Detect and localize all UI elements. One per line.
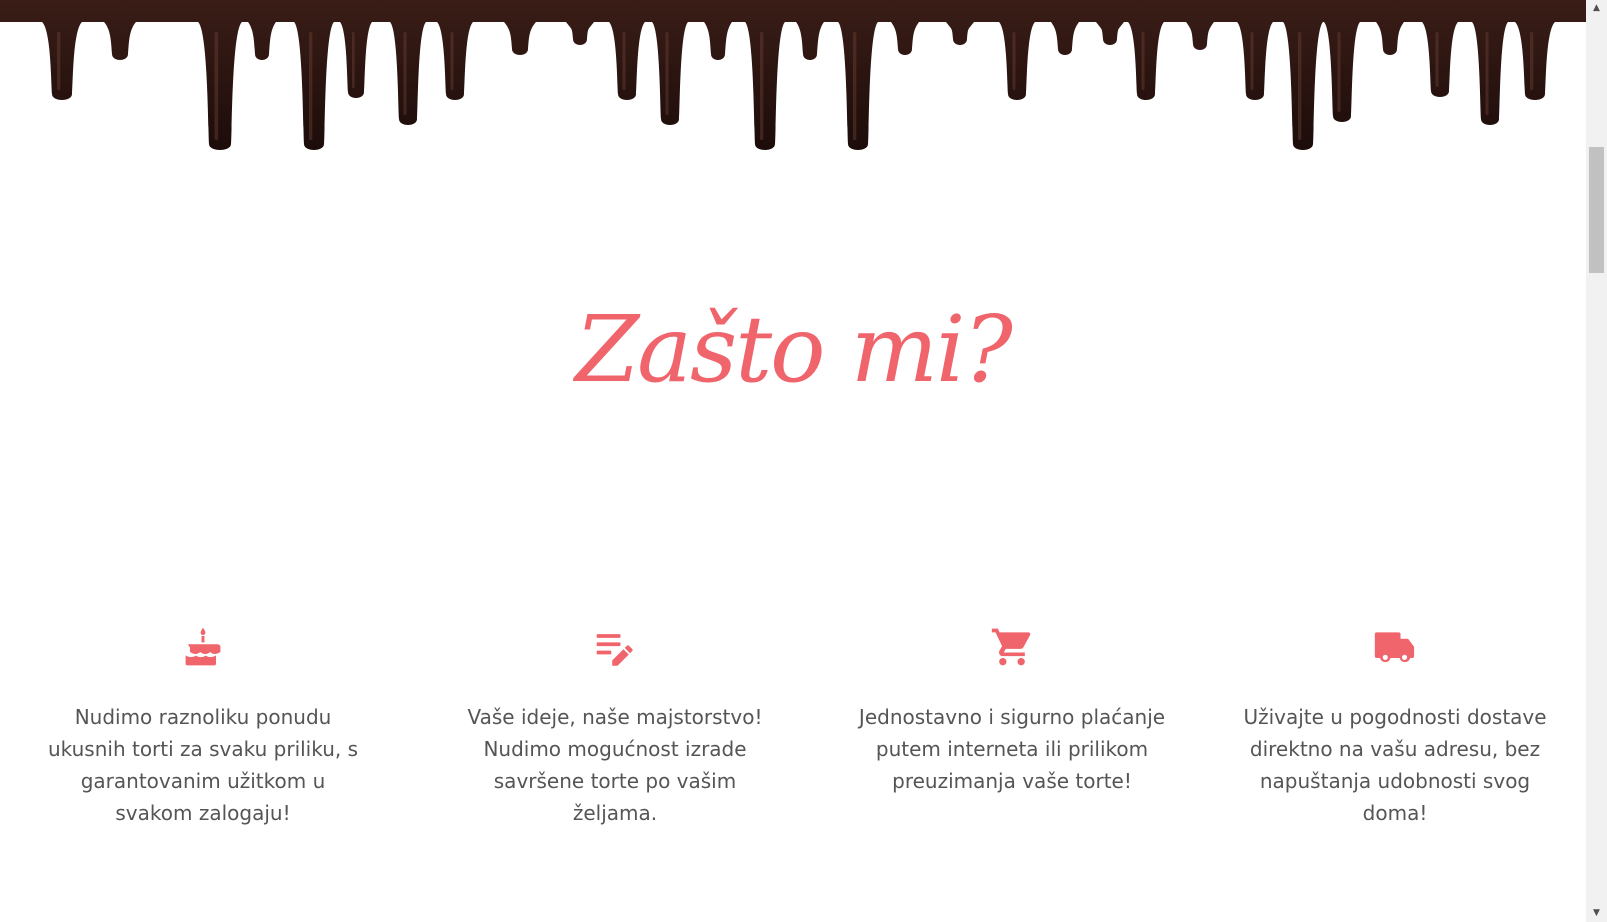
feature-text: Nudimo raznoliku ponudu ukusnih torti za… — [47, 705, 359, 825]
cake-icon — [185, 627, 221, 666]
chocolate-drip-image — [0, 0, 1586, 150]
feature-text: Vaše ideje, naše majstorstvo! Nudimo mog… — [467, 705, 763, 825]
feature-payment: Jednostavno i sigurno plaćanje putem int… — [852, 625, 1172, 797]
scroll-down-arrow-icon[interactable]: ▼ — [1586, 905, 1607, 922]
edit-list-icon — [596, 634, 633, 666]
feature-text: Jednostavno i sigurno plaćanje putem int… — [858, 705, 1166, 793]
shopping-cart-icon — [991, 628, 1031, 666]
scroll-up-arrow-icon[interactable]: ▲ — [1586, 0, 1607, 17]
vertical-scrollbar[interactable]: ▲ ▼ — [1586, 0, 1607, 922]
feature-variety: Nudimo raznoliku ponudu ukusnih torti za… — [43, 625, 363, 829]
feature-custom-design: Vaše ideje, naše majstorstvo! Nudimo mog… — [455, 625, 775, 829]
feature-delivery: Uživajte u pogodnosti dostave direktno n… — [1235, 625, 1555, 829]
scroll-thumb[interactable] — [1589, 147, 1604, 273]
feature-text: Uživajte u pogodnosti dostave direktno n… — [1243, 705, 1547, 825]
delivery-truck-icon — [1374, 632, 1415, 663]
section-title: Zašto mi? — [575, 296, 1013, 403]
